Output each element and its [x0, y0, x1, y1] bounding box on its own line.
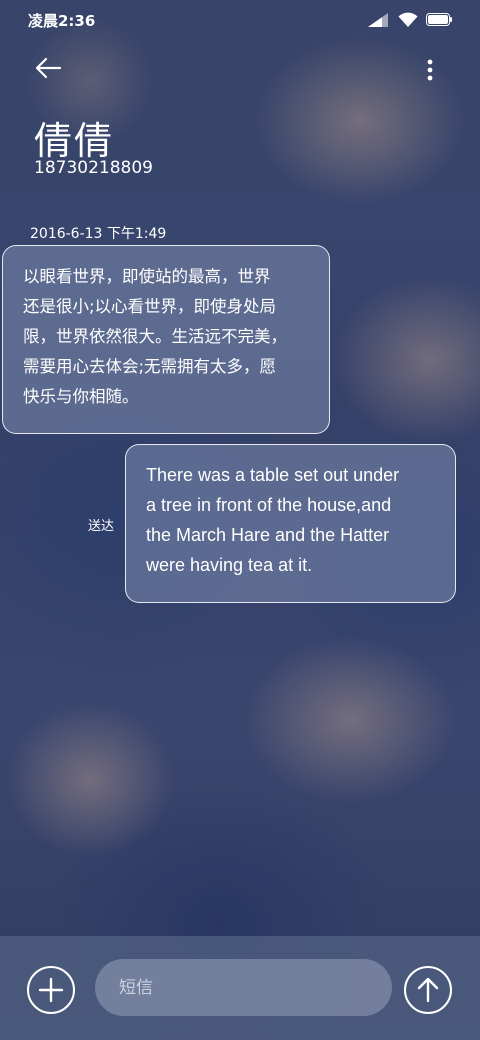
signal-icon [368, 12, 390, 27]
message-line: 限，世界依然很大。生活远不完美， [23, 327, 287, 346]
message-line: There was a table set out under [146, 465, 400, 485]
message-line: 以眼看世界，即使站的最高，世界 [23, 267, 271, 286]
send-button[interactable] [404, 966, 452, 1014]
add-attachment-button[interactable] [27, 966, 75, 1014]
battery-icon [426, 13, 452, 26]
more-vertical-icon [420, 56, 440, 84]
message-line: were having tea at it. [146, 555, 313, 575]
status-icons [368, 12, 452, 27]
plus-circle-icon [29, 968, 73, 1012]
incoming-message-bubble[interactable]: 以眼看世界，即使站的最高，世界 还是很小;以心看世界，即使身处局 限，世界依然很… [2, 245, 330, 434]
arrow-up-circle-icon [406, 968, 450, 1012]
message-line: 需要用心去体会;无需拥有太多，愿 [23, 357, 277, 376]
message-line: 快乐与你相随。 [23, 387, 139, 406]
status-time: 凌晨2:36 [28, 12, 96, 30]
contact-name: 倩倩 [34, 119, 115, 163]
message-line: 还是很小;以心看世界，即使身处局 [23, 297, 277, 316]
message-line: a tree in front of the house,and [146, 495, 392, 515]
delivery-status: 送达 [88, 519, 115, 534]
status-bar: 凌晨2:36 [0, 0, 480, 40]
back-button[interactable] [34, 56, 66, 84]
message-line: the March Hare and the Hatter [146, 525, 390, 545]
more-options-button[interactable] [420, 56, 440, 84]
outgoing-message-bubble[interactable]: There was a table set out under a tree i… [125, 444, 456, 603]
message-timestamp: 2016-6-13 下午1:49 [30, 226, 167, 242]
contact-number: 18730218809 [34, 158, 153, 178]
sms-input[interactable] [95, 959, 392, 1016]
wifi-icon [398, 12, 418, 27]
arrow-left-icon [34, 56, 66, 80]
